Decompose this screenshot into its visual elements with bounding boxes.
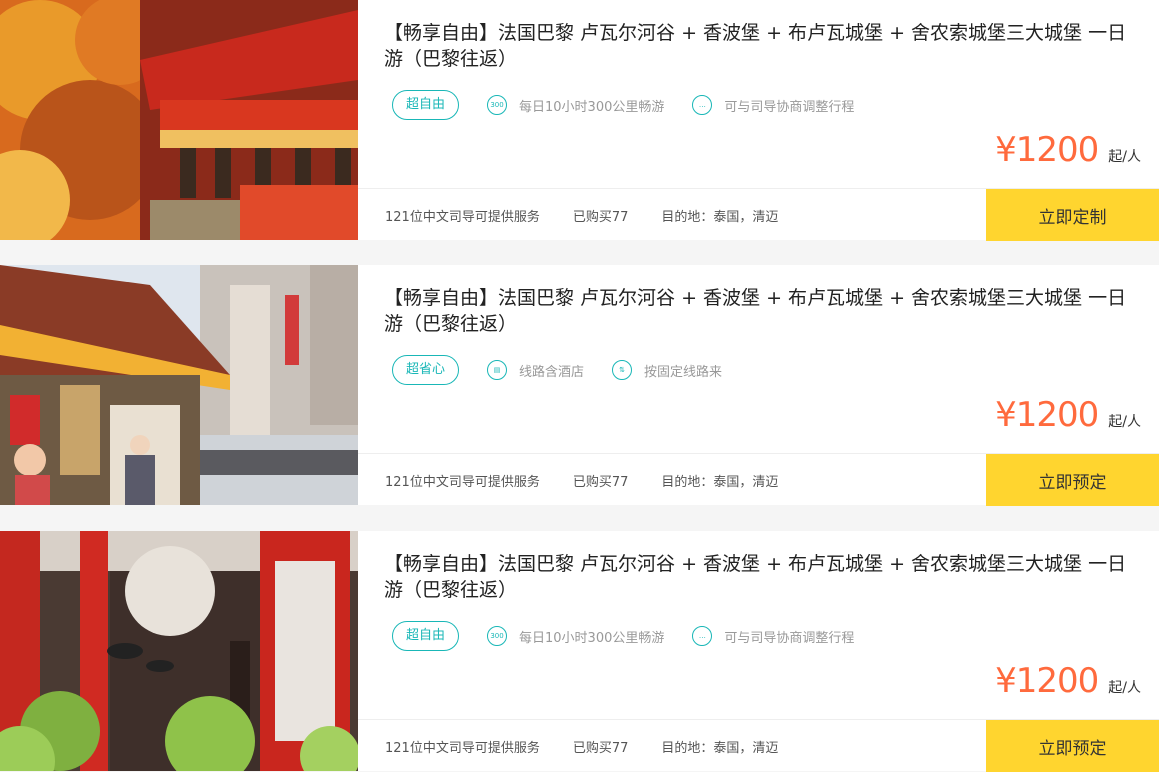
tour-card[interactable]: 【畅享自由】法国巴黎 卢瓦尔河谷 + 香波堡 + 布卢瓦城堡 + 舍农索城堡三大… xyxy=(0,0,1159,241)
tag-badge: 超省心 xyxy=(392,355,460,385)
feature-label: 按固定线路来 xyxy=(644,364,723,380)
feature-label: 可与司导协商调整行程 xyxy=(724,99,855,115)
tour-photo-street[interactable] xyxy=(0,265,358,505)
purchase-count: 已购买77 xyxy=(572,474,629,490)
destination: 目的地：泰国，清迈 xyxy=(661,209,779,225)
feature-item: 300 每日10小时300公里畅游 xyxy=(487,95,664,115)
price: ¥1200 起/人 xyxy=(995,395,1141,435)
feature-label: 每日10小时300公里畅游 xyxy=(519,630,665,646)
purchase-count: 已购买77 xyxy=(572,740,629,756)
tour-title[interactable]: 【畅享自由】法国巴黎 卢瓦尔河谷 + 香波堡 + 布卢瓦城堡 + 舍农索城堡三大… xyxy=(384,551,1144,603)
destination: 目的地：泰国，清迈 xyxy=(661,474,779,490)
feature-item: … 可与司导协商调整行程 xyxy=(692,626,854,646)
feature-label: 线路含酒店 xyxy=(519,364,585,380)
card-separator xyxy=(0,240,1159,265)
card-footer: 121位中文司导可提供服务 已购买77 目的地：泰国，清迈 立即定制 xyxy=(358,188,1159,241)
300-icon: 300 xyxy=(487,95,508,115)
customize-button[interactable]: 立即定制 xyxy=(986,189,1159,241)
route-icon: ⇅ xyxy=(612,360,633,380)
feature-label: 每日10小时300公里畅游 xyxy=(519,99,665,115)
card-footer: 121位中文司导可提供服务 已购买77 目的地：泰国，清迈 立即预定 xyxy=(358,453,1159,506)
feature-item: ⇅ 按固定线路来 xyxy=(612,360,722,380)
purchase-count: 已购买77 xyxy=(572,209,629,225)
tour-photo-temple[interactable] xyxy=(0,0,358,240)
300-icon: 300 xyxy=(487,626,508,646)
book-button[interactable]: 立即预定 xyxy=(986,454,1159,506)
feature-item: ▤ 线路含酒店 xyxy=(487,360,584,380)
price-amount: ¥1200 xyxy=(995,395,1099,435)
card-separator xyxy=(0,505,1159,531)
price-unit: 起/人 xyxy=(1108,680,1141,696)
book-button[interactable]: 立即预定 xyxy=(986,720,1159,772)
tour-photo-cafe[interactable] xyxy=(0,531,358,771)
guide-count: 121位中文司导可提供服务 xyxy=(385,474,540,490)
price-unit: 起/人 xyxy=(1108,149,1141,165)
chat-icon: … xyxy=(692,626,713,646)
tag-badge: 超自由 xyxy=(392,90,460,120)
tag-badge: 超自由 xyxy=(392,621,460,651)
price-unit: 起/人 xyxy=(1108,414,1141,430)
feature-item: 300 每日10小时300公里畅游 xyxy=(487,626,664,646)
guide-count: 121位中文司导可提供服务 xyxy=(385,740,540,756)
tour-card[interactable]: 【畅享自由】法国巴黎 卢瓦尔河谷 + 香波堡 + 布卢瓦城堡 + 舍农索城堡三大… xyxy=(0,531,1159,772)
destination: 目的地：泰国，清迈 xyxy=(661,740,779,756)
guide-count: 121位中文司导可提供服务 xyxy=(385,209,540,225)
tour-title[interactable]: 【畅享自由】法国巴黎 卢瓦尔河谷 + 香波堡 + 布卢瓦城堡 + 舍农索城堡三大… xyxy=(384,20,1144,72)
feature-item: … 可与司导协商调整行程 xyxy=(692,95,854,115)
chat-icon: … xyxy=(692,95,713,115)
hotel-icon: ▤ xyxy=(487,360,508,380)
price: ¥1200 起/人 xyxy=(995,661,1141,701)
price-amount: ¥1200 xyxy=(995,130,1099,170)
tour-card[interactable]: 【畅享自由】法国巴黎 卢瓦尔河谷 + 香波堡 + 布卢瓦城堡 + 舍农索城堡三大… xyxy=(0,265,1159,506)
tour-title[interactable]: 【畅享自由】法国巴黎 卢瓦尔河谷 + 香波堡 + 布卢瓦城堡 + 舍农索城堡三大… xyxy=(384,285,1144,337)
feature-label: 可与司导协商调整行程 xyxy=(724,630,855,646)
price: ¥1200 起/人 xyxy=(995,130,1141,170)
price-amount: ¥1200 xyxy=(995,661,1099,701)
card-footer: 121位中文司导可提供服务 已购买77 目的地：泰国，清迈 立即预定 xyxy=(358,719,1159,772)
